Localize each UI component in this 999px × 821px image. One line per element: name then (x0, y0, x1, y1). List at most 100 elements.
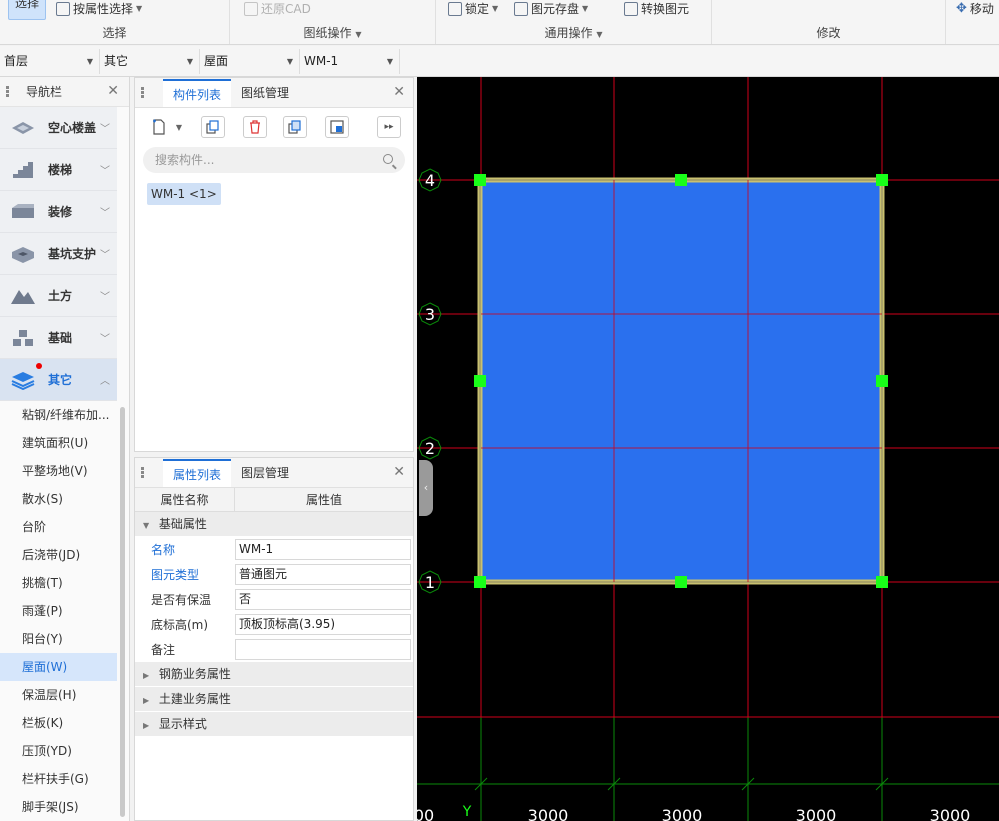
component-select[interactable]: WM-1 ▼ (300, 49, 400, 74)
component-search-input[interactable]: 搜索构件... (143, 147, 405, 173)
tab-drawing-management[interactable]: 图纸管理 (231, 79, 299, 107)
nav-subitem[interactable]: 阳台(Y) (0, 625, 117, 653)
nav-category-label: 装修 (48, 205, 73, 219)
grip-handle[interactable] (474, 375, 486, 387)
attr-select-button[interactable]: 按属性选择 ▼ (56, 0, 142, 17)
nav-category-pit-support[interactable]: 基坑支护 ﹀ (0, 233, 117, 275)
nav-subitem-roof[interactable]: 屋面(W) (0, 653, 117, 681)
drag-handle-icon[interactable] (6, 83, 16, 101)
chevron-down-icon: ﹀ (100, 250, 110, 261)
section-rebar-properties[interactable]: ▶ 钢筋业务属性 (135, 662, 413, 687)
sort-button[interactable] (325, 116, 349, 138)
grip-handle[interactable] (675, 174, 687, 186)
nav-category-other[interactable]: 其它 ︿ (0, 359, 117, 401)
grip-handle[interactable] (474, 576, 486, 588)
property-value-input[interactable]: 普通图元 (235, 564, 411, 585)
property-value-input[interactable] (235, 639, 411, 660)
nav-subitem[interactable]: 挑檐(T) (0, 569, 117, 597)
nav-subitem[interactable]: 栏板(K) (0, 709, 117, 737)
property-value-input[interactable]: WM-1 (235, 539, 411, 560)
floor-select[interactable]: 首层 ▼ (0, 49, 100, 74)
section-label: 基础属性 (158, 517, 207, 531)
property-value-input[interactable]: 否 (235, 589, 411, 610)
chevron-down-icon: ▼ (136, 4, 143, 13)
ribbon-group-title-drawing[interactable]: 图纸操作 ▼ (230, 24, 435, 41)
tab-layer-management[interactable]: 图层管理 (231, 459, 299, 487)
nav-subitem[interactable]: 脚手架(JS) (0, 793, 117, 821)
close-icon[interactable]: ✕ (393, 84, 405, 100)
search-icon[interactable] (383, 154, 393, 164)
nav-subitem[interactable]: 栏杆扶手(G) (0, 765, 117, 793)
convert-element-button[interactable]: 转换图元 (624, 0, 689, 17)
drag-handle-icon[interactable] (141, 464, 151, 482)
close-icon[interactable]: ✕ (393, 464, 405, 480)
nav-subitem[interactable]: 雨蓬(P) (0, 597, 117, 625)
earthwork-icon (11, 289, 35, 304)
new-component-dropdown[interactable]: ▼ (173, 116, 185, 138)
property-name: 图元类型 (151, 568, 200, 582)
nav-category-stairs[interactable]: 楼梯 ﹀ (0, 149, 117, 191)
chevron-down-icon: ▼ (386, 57, 393, 66)
category-select-value: 其它 (104, 54, 129, 68)
chevron-left-icon: ‹ (423, 481, 429, 494)
restore-cad-button[interactable]: 还原CAD (244, 0, 311, 17)
nav-scrollbar[interactable] (120, 407, 125, 817)
grip-handle[interactable] (876, 576, 888, 588)
nav-subitem[interactable]: 粘钢/纤维布加... (0, 401, 117, 429)
delete-component-button[interactable] (243, 116, 267, 138)
grip-handle[interactable] (675, 576, 687, 588)
component-list-item[interactable]: WM-1 <1> (147, 183, 221, 205)
property-value-input[interactable]: 顶板顶标高(3.95) (235, 614, 411, 635)
more-tools-button[interactable]: ▸▸ (377, 116, 401, 138)
select-button[interactable]: 选择 (8, 0, 46, 20)
hollow-floor-icon (12, 121, 34, 134)
section-civil-properties[interactable]: ▶ 土建业务属性 (135, 687, 413, 712)
panel-collapse-handle[interactable]: ‹ (419, 460, 433, 516)
column-header-name: 属性名称 (135, 488, 235, 511)
nav-category-earthwork[interactable]: 土方 ﹀ (0, 275, 117, 317)
nav-category-hollow-floor[interactable]: 空心楼盖 ﹀ (0, 107, 117, 149)
tab-component-list[interactable]: 构件列表 (163, 79, 232, 107)
grip-handle[interactable] (876, 375, 888, 387)
drag-handle-icon[interactable] (141, 84, 151, 102)
section-display-style[interactable]: ▶ 显示样式 (135, 712, 413, 737)
chevron-down-icon: ﹀ (100, 292, 110, 303)
move-button[interactable]: ✥ 移动 (956, 0, 994, 17)
floor-selector-bar: 首层 ▼ 其它 ▼ 屋面 ▼ WM-1 ▼ (0, 46, 999, 77)
grip-handle[interactable] (474, 174, 486, 186)
lock-button[interactable]: 锁定 ▼ (448, 0, 498, 17)
close-icon[interactable]: ✕ (107, 83, 119, 99)
nav-subitem[interactable]: 建筑面积(U) (0, 429, 117, 457)
nav-subitem[interactable]: 保温层(H) (0, 681, 117, 709)
new-component-button[interactable] (147, 116, 171, 138)
nav-category-foundation[interactable]: 基础 ﹀ (0, 317, 117, 359)
grip-handle[interactable] (876, 174, 888, 186)
copy-component-button[interactable] (201, 116, 225, 138)
save-element-button[interactable]: 图元存盘 ▼ (514, 0, 588, 17)
ribbon-group-select: 选择 按属性选择 ▼ 选择 (0, 0, 230, 44)
fast-forward-icon: ▸▸ (384, 122, 394, 132)
axis-label: 4 (425, 171, 435, 190)
floor-select-value: 首层 (4, 54, 29, 68)
type-select[interactable]: 屋面 ▼ (200, 49, 300, 74)
tab-property-list[interactable]: 属性列表 (163, 459, 232, 487)
ribbon-group-title-general[interactable]: 通用操作 ▼ (436, 24, 711, 41)
ribbon-group-modify: 修改 (712, 0, 946, 44)
nav-subitem[interactable]: 压顶(YD) (0, 737, 117, 765)
drawing-ops-label: 图纸操作 (303, 26, 352, 40)
ribbon-group-general: 锁定 ▼ 图元存盘 ▼ 转换图元 通用操作 ▼ (436, 0, 712, 44)
nav-subitem[interactable]: 台阶 (0, 513, 117, 541)
roof-element-wm1[interactable] (477, 177, 885, 585)
property-name: 备注 (151, 643, 176, 657)
nav-subitem[interactable]: 后浇带(JD) (0, 541, 117, 569)
chevron-down-icon: ﹀ (100, 334, 110, 345)
nav-subitem[interactable]: 散水(S) (0, 485, 117, 513)
section-basic-properties[interactable]: ▼ 基础属性 (135, 512, 413, 537)
nav-category-decoration[interactable]: 装修 ﹀ (0, 191, 117, 233)
drawing-canvas[interactable]: 4 3 2 1 00 3000 3000 3000 3000 Y (417, 77, 999, 821)
nav-panel-header: 导航栏 ✕ (0, 77, 129, 107)
nav-subitem[interactable]: 平整场地(V) (0, 457, 117, 485)
ribbon-group-drawing: 还原CAD 图纸操作 ▼ (230, 0, 436, 44)
layer-copy-button[interactable] (283, 116, 307, 138)
category-select[interactable]: 其它 ▼ (100, 49, 200, 74)
